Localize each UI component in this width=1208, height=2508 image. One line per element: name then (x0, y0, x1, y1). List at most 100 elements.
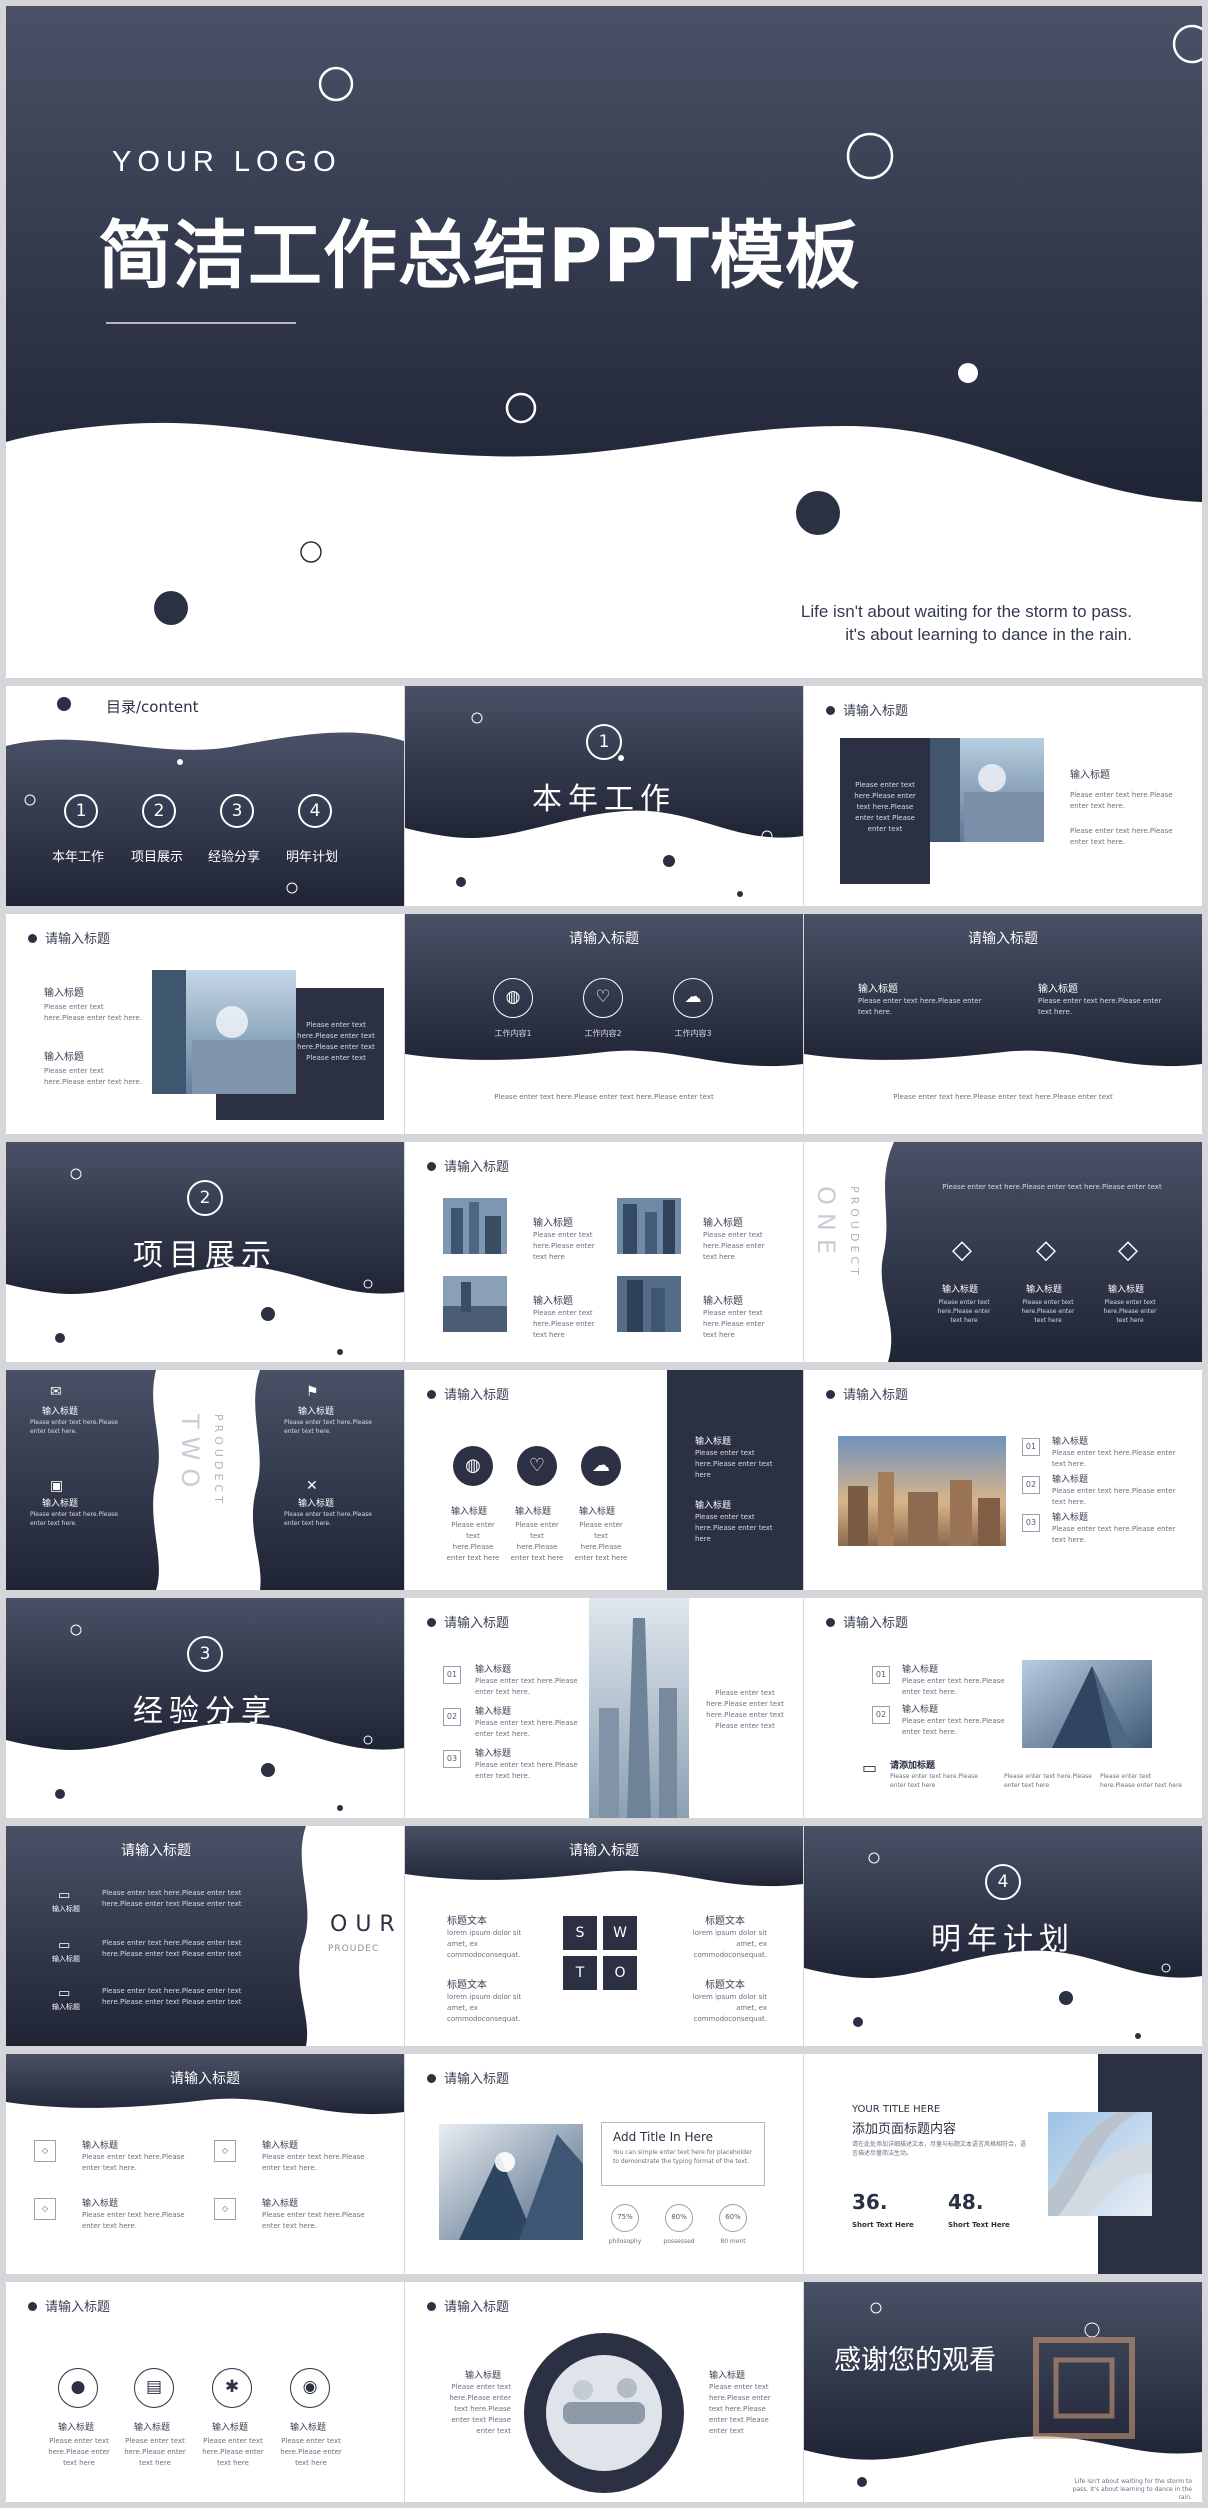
slide-section-4[interactable]: 4 明年计划 (804, 1826, 1202, 2046)
item-text: Please enter text here.Please enter text… (262, 2211, 365, 2230)
slide-diamond-grid[interactable]: 请输入标题 ◇ ◇ ◇ ◇ 输入标题 Please enter text her… (6, 2054, 404, 2274)
item-heading: 输入标题 (82, 2199, 119, 2209)
prodect-small-word: PROUDECT (212, 1414, 225, 1507)
diamond-icon: ◇ (1118, 1235, 1138, 1265)
item-text: Please enter text here.Please enter text… (574, 1521, 628, 1562)
slide-toc[interactable]: 目录/content 1 2 3 4 本年工作 项目展示 经验分享 明年计划 (6, 686, 404, 906)
title-slide[interactable]: YOUR LOGO 简洁工作总结PPT模板 Life isn't about w… (6, 6, 1202, 678)
laptop-icon: ▭ (58, 1986, 71, 2001)
tower-photo (589, 1598, 689, 1818)
item-heading: 输入标题 (134, 2423, 171, 2433)
swot-label: 标题文本 (705, 1916, 745, 1927)
slide-title: 请输入标题 (28, 928, 110, 947)
slide-prodect-two[interactable]: TWO PROUDECT ✉ 输入标题 Please enter text he… (6, 1370, 404, 1590)
toc-item-label[interactable]: 本年工作 (52, 846, 104, 865)
panel-text: Please enter text here.Please enter text… (854, 781, 916, 833)
slide-add-title[interactable]: 请输入标题 Add Title In Here You can simple e… (405, 2054, 803, 2274)
item-heading: 输入标题 (212, 2423, 249, 2433)
slide-text-photo[interactable]: 请输入标题 输入标题 Please enter text here.Please… (6, 914, 404, 1134)
swot-label: 标题文本 (705, 1980, 745, 1991)
lightbulb-icon: ♡ (583, 978, 623, 1018)
item-text: Please enter text here.Please enter text… (475, 1761, 578, 1780)
number-badge: 01 (872, 1666, 890, 1684)
slide-thanks[interactable]: 感谢您的观看 Life isn't about waiting for the … (804, 2282, 1202, 2502)
box-heading: Add Title In Here (613, 2130, 713, 2144)
flag-icon: ⚑ (306, 1384, 319, 1400)
number-badge: 03 (1022, 1514, 1040, 1532)
slide-work-content[interactable]: 请输入标题 ◍ ♡ ☁ 工作内容1 工作内容2 工作内容3 Please ent… (405, 914, 803, 1134)
camera-icon: ▣ (50, 1478, 64, 1494)
item-text: Please enter text here.Please enter text… (280, 2437, 342, 2467)
swot-text: lorem ipsum dolor sit amet, ex commodoco… (692, 1929, 767, 1959)
item-text: Please enter text here.Please enter text… (284, 1511, 372, 1527)
quote-line: it's about learning to dance in the rain… (845, 625, 1132, 644)
slide-photo-grid[interactable]: 请输入标题 输入标题 Please enter text here.Please… (405, 1142, 803, 1362)
prodect-big-word: ONE (812, 1186, 840, 1263)
item-text: Please enter text here.Please enter text… (902, 1717, 1005, 1736)
wave-background (804, 2282, 1202, 2487)
item-text: Please enter text here.Please enter text… (695, 1449, 773, 1479)
item-text: Please enter text here.Please enter text… (703, 1309, 765, 1339)
slide-two-columns[interactable]: 请输入标题 输入标题 Please enter text here.Please… (804, 914, 1202, 1134)
slide-four-icons[interactable]: 请输入标题 ● ▤ ✱ ◉ 输入标题 输入标题 输入标题 输入标题 Please… (6, 2282, 404, 2502)
toc-item-label[interactable]: 项目展示 (131, 846, 183, 865)
side-text: Please enter text here.Please enter text… (706, 1689, 784, 1730)
slide-your-title[interactable]: YOUR TITLE HERE 添加页面标题内容 请在此处添加详细描述文本，尽量… (804, 2054, 1202, 2274)
item-heading: 输入标题 (1026, 1285, 1063, 1295)
item-text: Please enter text here.Please enter text… (709, 2383, 771, 2435)
item-heading: 输入标题 (942, 1285, 979, 1295)
slide-photo-text[interactable]: 请输入标题 Please enter text here.Please ente… (804, 686, 1202, 906)
slide-title: 请输入标题 (427, 1612, 509, 1631)
mail-icon: ✉ (50, 1384, 62, 1400)
slide-swot[interactable]: 请输入标题 S W T O 标题文本 lorem ipsum dolor sit… (405, 1826, 803, 2046)
slide-section-3[interactable]: 3 经验分享 (6, 1598, 404, 1818)
slide-title: 请输入标题 (427, 1156, 509, 1175)
progress-ring: 60% (719, 2204, 747, 2232)
city-photo (838, 1436, 1006, 1546)
diamond-icon: ◇ (952, 1235, 972, 1265)
number-badge: 02 (872, 1706, 890, 1724)
item-text: Please enter text here.Please enter text… (449, 2383, 511, 2435)
slide-section-2[interactable]: 2 项目展示 (6, 1142, 404, 1362)
slide-title: 请输入标题 (427, 2068, 509, 2087)
item-heading: 输入标题 (298, 1499, 335, 1509)
item-heading: 输入标题 (42, 1499, 79, 1509)
work-item-label: 工作内容1 (494, 1029, 532, 1038)
architecture-photo (1048, 2112, 1152, 2216)
work-item-label: 工作内容2 (584, 1029, 622, 1038)
item-heading: 输入标题 (58, 2423, 95, 2433)
swot-text: lorem ipsum dolor sit amet, ex commodoco… (692, 1993, 767, 2023)
slide-prodect-one[interactable]: ONE PROUDECT Please enter text here.Plea… (804, 1142, 1202, 1362)
toc-item-label[interactable]: 明年计划 (286, 846, 338, 865)
item-text: Please enter text here.Please enter text… (102, 1987, 242, 2006)
slide-prodect-our[interactable]: 请输入标题 ▭ 输入标题 Please enter text here.Plea… (6, 1826, 404, 2046)
swot-text: lorem ipsum dolor sit amet, ex commodoco… (447, 1993, 522, 2023)
handshake-photo (524, 2333, 684, 2493)
ring-label: possessed (663, 2238, 695, 2245)
prodect-small-word: PROUDEC (328, 1944, 380, 1954)
slide-tower-list[interactable]: 请输入标题 01 02 03 输入标题 Please enter text he… (405, 1598, 803, 1818)
swot-text: lorem ipsum dolor sit amet, ex commodoco… (447, 1929, 522, 1959)
slide-circle-photo[interactable]: 请输入标题 输入标题 Please enter text here.Please… (405, 2282, 803, 2502)
toc-item-label[interactable]: 经验分享 (208, 846, 260, 865)
item-heading: 输入标题 (902, 1665, 939, 1675)
item-heading: 输入标题 (290, 2423, 327, 2433)
ring-label: philosophy (608, 2238, 642, 2245)
toc-number: 4 (298, 794, 332, 828)
section-title: 明年计划 (931, 1922, 1075, 1957)
item-text: Please enter text here.Please enter text… (1070, 827, 1173, 846)
item-heading: 输入标题 (52, 1955, 80, 1963)
item-heading: 输入标题 (475, 1665, 512, 1675)
item-text: Please enter text here.Please enter text… (510, 1521, 564, 1562)
work-item-label: 工作内容3 (674, 1029, 712, 1038)
item-heading: 输入标题 (1052, 1513, 1089, 1523)
slide-icons-panel[interactable]: 请输入标题 ◍ ♡ ☁ 输入标题 输入标题 输入标题 Please enter … (405, 1370, 803, 1590)
slide-laptop[interactable]: 请输入标题 01 02 输入标题 Please enter text here.… (804, 1598, 1202, 1818)
slide-section-1[interactable]: 1 本年工作 (405, 686, 803, 906)
item-text: Please enter text here.Please enter text… (202, 2437, 264, 2467)
item-text: Please enter text here.Please enter text… (1021, 1299, 1075, 1324)
slide-photo-list[interactable]: 请输入标题 01 02 03 输入标题 Please enter text he… (804, 1370, 1202, 1590)
item-heading: 输入标题 (709, 2371, 746, 2381)
your-title-heading: YOUR TITLE HERE (852, 2104, 941, 2115)
item-heading: 输入标题 (1052, 1475, 1089, 1485)
